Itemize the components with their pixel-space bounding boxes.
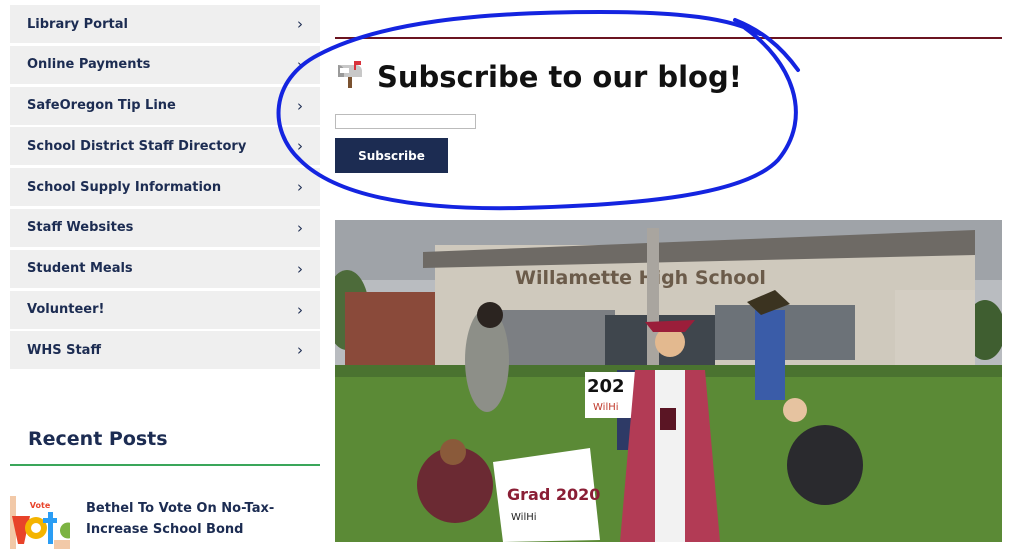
building-sign-text: Willamette High School <box>515 267 766 289</box>
sign-front-sub-text: WilHi <box>511 512 537 523</box>
sidebar-item-library-portal[interactable]: Library Portal › <box>10 5 320 43</box>
email-field[interactable] <box>335 114 476 129</box>
sign-left-sub-text: WilHi <box>593 402 619 413</box>
sidebar-item-label: Online Payments <box>27 57 151 73</box>
sidebar-item-label: Student Meals <box>27 261 133 277</box>
post-thumb-text: Vote <box>30 501 51 510</box>
recent-posts-divider <box>10 464 320 466</box>
chevron-right-icon: › <box>297 15 303 33</box>
sidebar-item-label: Volunteer! <box>27 302 105 318</box>
sidebar-item-online-payments[interactable]: Online Payments › <box>10 45 320 84</box>
graduation-photo: Willamette High School 202 WilHi Grad 20… <box>335 220 1002 542</box>
sidebar-item-label: Staff Websites <box>27 220 134 236</box>
recent-post-link[interactable]: Bethel To Vote On No-Tax-Increase School… <box>86 498 296 540</box>
sidebar-item-staff-directory[interactable]: School District Staff Directory › <box>10 127 320 166</box>
chevron-right-icon: › <box>297 55 303 74</box>
subscribe-heading: Subscribe to our blog! <box>335 58 742 95</box>
chevron-right-icon: › <box>297 178 303 197</box>
sidebar-item-label: WHS Staff <box>27 342 101 358</box>
chevron-right-icon: › <box>297 218 303 237</box>
sidebar-item-student-meals[interactable]: Student Meals › <box>10 249 320 288</box>
chevron-right-icon: › <box>297 300 303 319</box>
sign-left-text: 202 <box>587 376 625 397</box>
recent-posts-title: Recent Posts <box>28 428 168 450</box>
sign-front-text: Grad 2020 <box>507 485 600 504</box>
sidebar-item-school-supply[interactable]: School Supply Information › <box>10 168 320 207</box>
sidebar-item-label: School Supply Information <box>27 179 222 195</box>
sidebar-item-staff-websites[interactable]: Staff Websites › <box>10 208 320 247</box>
content-top-divider <box>335 37 1002 39</box>
sidebar-item-label: School District Staff Directory <box>27 138 247 154</box>
chevron-right-icon: › <box>297 341 303 360</box>
sidebar-nav: Library Portal › Online Payments › SafeO… <box>10 5 320 372</box>
sidebar-item-safeoregon[interactable]: SafeOregon Tip Line › <box>10 86 320 125</box>
sidebar-item-label: SafeOregon Tip Line <box>27 98 176 114</box>
chevron-right-icon: › <box>297 96 303 115</box>
subscribe-button[interactable]: Subscribe <box>335 138 448 173</box>
subscribe-heading-text: Subscribe to our blog! <box>377 59 742 94</box>
chevron-right-icon: › <box>297 259 303 278</box>
chevron-right-icon: › <box>297 137 303 156</box>
mailbox-icon <box>335 58 365 95</box>
post-thumbnail[interactable]: Vote <box>10 496 70 549</box>
sidebar-item-label: Library Portal <box>27 16 128 32</box>
sidebar-item-whs-staff[interactable]: WHS Staff › <box>10 331 320 370</box>
sidebar-item-volunteer[interactable]: Volunteer! › <box>10 290 320 329</box>
